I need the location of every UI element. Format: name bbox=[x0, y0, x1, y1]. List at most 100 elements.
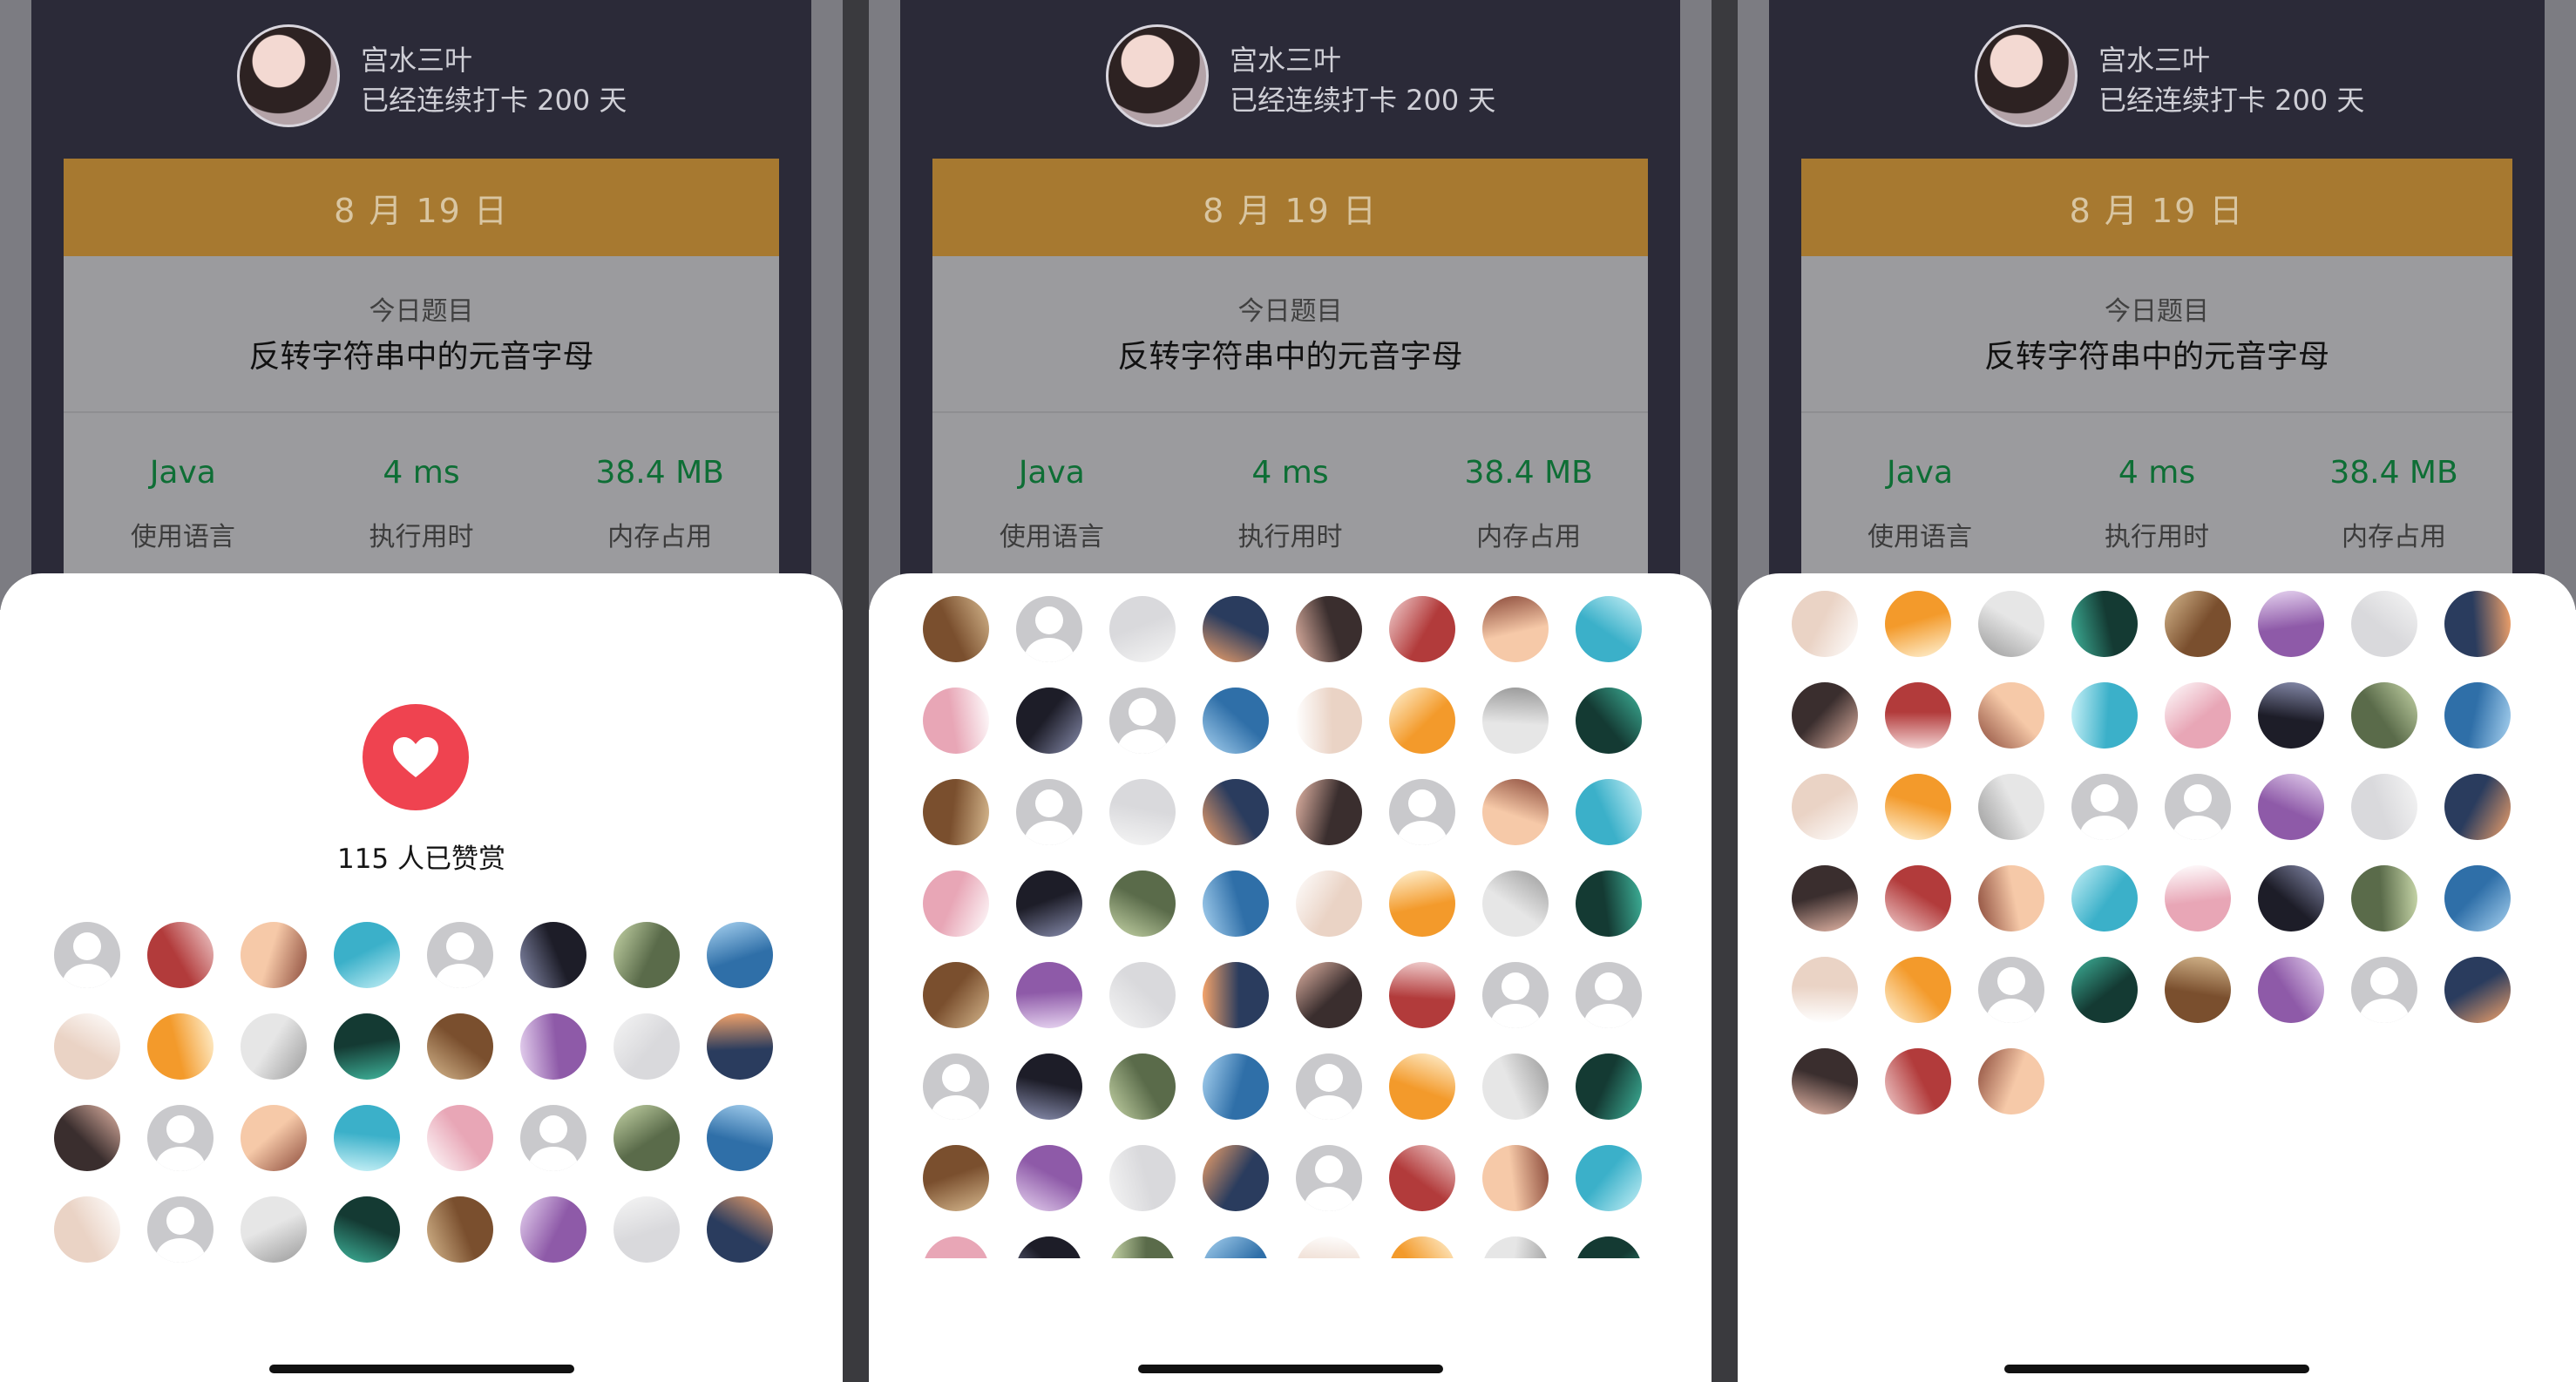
supporter-avatar[interactable] bbox=[1016, 962, 1082, 1028]
supporter-avatar[interactable] bbox=[2071, 591, 2138, 657]
supporter-avatar[interactable] bbox=[1389, 1053, 1455, 1120]
supporter-avatar[interactable] bbox=[1389, 1236, 1455, 1258]
supporter-avatar[interactable] bbox=[520, 922, 586, 988]
supporter-avatar[interactable] bbox=[1203, 779, 1269, 845]
supporter-avatar[interactable] bbox=[1296, 596, 1362, 662]
supporter-avatar[interactable] bbox=[1978, 682, 2044, 749]
supporter-avatar[interactable] bbox=[1885, 591, 1951, 657]
supporter-avatar[interactable] bbox=[2444, 865, 2511, 931]
supporter-avatar[interactable] bbox=[923, 871, 989, 937]
supporter-avatar[interactable] bbox=[613, 1196, 680, 1263]
supporter-avatar[interactable] bbox=[1109, 1145, 1176, 1211]
supporter-avatar[interactable] bbox=[1576, 871, 1642, 937]
supporter-avatar[interactable] bbox=[334, 1196, 400, 1263]
supporter-avatar[interactable] bbox=[241, 1105, 307, 1171]
supporter-avatar[interactable] bbox=[1792, 865, 1858, 931]
supporter-avatar[interactable] bbox=[2071, 682, 2138, 749]
supporter-avatar[interactable] bbox=[1482, 688, 1549, 754]
supporter-avatar[interactable] bbox=[1109, 1236, 1176, 1258]
supporter-avatar[interactable] bbox=[1576, 1236, 1642, 1258]
supporter-avatar[interactable] bbox=[2351, 682, 2417, 749]
supporter-avatar[interactable] bbox=[1978, 591, 2044, 657]
supporter-avatar[interactable] bbox=[1978, 1048, 2044, 1114]
supporter-avatar[interactable] bbox=[427, 1196, 493, 1263]
supporter-avatar[interactable] bbox=[1978, 865, 2044, 931]
supporter-avatar[interactable] bbox=[1792, 774, 1858, 840]
supporter-avatar[interactable] bbox=[1203, 596, 1269, 662]
supporter-avatar[interactable] bbox=[1792, 1048, 1858, 1114]
supporter-avatar[interactable] bbox=[1203, 688, 1269, 754]
supporter-avatar[interactable] bbox=[147, 1105, 214, 1171]
supporter-avatar[interactable] bbox=[2351, 957, 2417, 1023]
supporter-avatar[interactable] bbox=[2071, 957, 2138, 1023]
supporter-avatar[interactable] bbox=[707, 922, 773, 988]
supporter-avatar[interactable] bbox=[2351, 865, 2417, 931]
supporter-avatar[interactable] bbox=[1203, 1236, 1269, 1258]
supporter-avatar[interactable] bbox=[1016, 871, 1082, 937]
supporter-avatar[interactable] bbox=[2165, 957, 2231, 1023]
supporter-avatar[interactable] bbox=[1792, 682, 1858, 749]
supporter-avatar[interactable] bbox=[1576, 1053, 1642, 1120]
supporter-avatar[interactable] bbox=[1296, 688, 1362, 754]
supporter-avatar[interactable] bbox=[1296, 779, 1362, 845]
supporter-avatar[interactable] bbox=[1109, 871, 1176, 937]
supporter-avatar[interactable] bbox=[1016, 1145, 1082, 1211]
supporter-avatar[interactable] bbox=[2165, 591, 2231, 657]
supporter-avatar[interactable] bbox=[1482, 871, 1549, 937]
supporter-avatar[interactable] bbox=[1016, 1053, 1082, 1120]
supporter-avatar[interactable] bbox=[147, 1196, 214, 1263]
supporter-avatar[interactable] bbox=[1389, 1145, 1455, 1211]
supporter-avatar[interactable] bbox=[2351, 591, 2417, 657]
supporter-avatar[interactable] bbox=[2444, 591, 2511, 657]
supporter-avatar[interactable] bbox=[707, 1013, 773, 1080]
supporter-avatar[interactable] bbox=[1389, 688, 1455, 754]
supporter-avatar[interactable] bbox=[1203, 871, 1269, 937]
supporter-avatar[interactable] bbox=[1885, 957, 1951, 1023]
supporter-avatar[interactable] bbox=[2444, 957, 2511, 1023]
supporter-avatar[interactable] bbox=[1109, 779, 1176, 845]
supporter-avatar[interactable] bbox=[1576, 596, 1642, 662]
supporter-avatar[interactable] bbox=[241, 1196, 307, 1263]
home-indicator[interactable] bbox=[1137, 1365, 1443, 1373]
supporter-avatar[interactable] bbox=[1109, 688, 1176, 754]
supporter-avatar[interactable] bbox=[1203, 1145, 1269, 1211]
supporter-avatar[interactable] bbox=[1296, 1236, 1362, 1258]
home-indicator[interactable] bbox=[2004, 1365, 2309, 1373]
supporter-avatar[interactable] bbox=[147, 1013, 214, 1080]
supporter-avatar[interactable] bbox=[1296, 1145, 1362, 1211]
supporter-avatar[interactable] bbox=[923, 779, 989, 845]
supporter-avatar[interactable] bbox=[1203, 1053, 1269, 1120]
supporter-avatar[interactable] bbox=[520, 1013, 586, 1080]
supporter-avatar[interactable] bbox=[2165, 682, 2231, 749]
supporter-avatar[interactable] bbox=[2071, 865, 2138, 931]
supporter-avatar[interactable] bbox=[923, 1145, 989, 1211]
supporter-avatar[interactable] bbox=[1016, 596, 1082, 662]
supporter-avatar[interactable] bbox=[241, 922, 307, 988]
supporter-avatar[interactable] bbox=[1482, 1145, 1549, 1211]
supporter-avatar[interactable] bbox=[147, 922, 214, 988]
supporter-avatar[interactable] bbox=[1576, 688, 1642, 754]
supporter-avatar[interactable] bbox=[1792, 957, 1858, 1023]
supporter-avatar[interactable] bbox=[1203, 962, 1269, 1028]
supporter-avatar[interactable] bbox=[1576, 779, 1642, 845]
supporter-avatar[interactable] bbox=[613, 1105, 680, 1171]
supporter-avatar[interactable] bbox=[1389, 871, 1455, 937]
supporter-avatar[interactable] bbox=[2165, 774, 2231, 840]
supporter-avatar[interactable] bbox=[334, 1105, 400, 1171]
supporter-avatar[interactable] bbox=[1482, 779, 1549, 845]
supporter-avatar[interactable] bbox=[923, 688, 989, 754]
supporter-avatar[interactable] bbox=[1482, 1053, 1549, 1120]
supporter-avatar[interactable] bbox=[1389, 962, 1455, 1028]
supporter-avatar[interactable] bbox=[2444, 774, 2511, 840]
supporter-avatar[interactable] bbox=[1792, 591, 1858, 657]
supporter-avatar[interactable] bbox=[1109, 596, 1176, 662]
supporter-avatar[interactable] bbox=[923, 1236, 989, 1258]
supporter-avatar[interactable] bbox=[1482, 596, 1549, 662]
supporter-avatar[interactable] bbox=[2258, 957, 2324, 1023]
supporter-avatar[interactable] bbox=[520, 1196, 586, 1263]
supporter-avatar[interactable] bbox=[1109, 1053, 1176, 1120]
supporter-avatar[interactable] bbox=[1016, 779, 1082, 845]
reward-button[interactable] bbox=[363, 704, 469, 810]
supporter-avatar[interactable] bbox=[427, 1013, 493, 1080]
supporter-avatar[interactable] bbox=[2351, 774, 2417, 840]
